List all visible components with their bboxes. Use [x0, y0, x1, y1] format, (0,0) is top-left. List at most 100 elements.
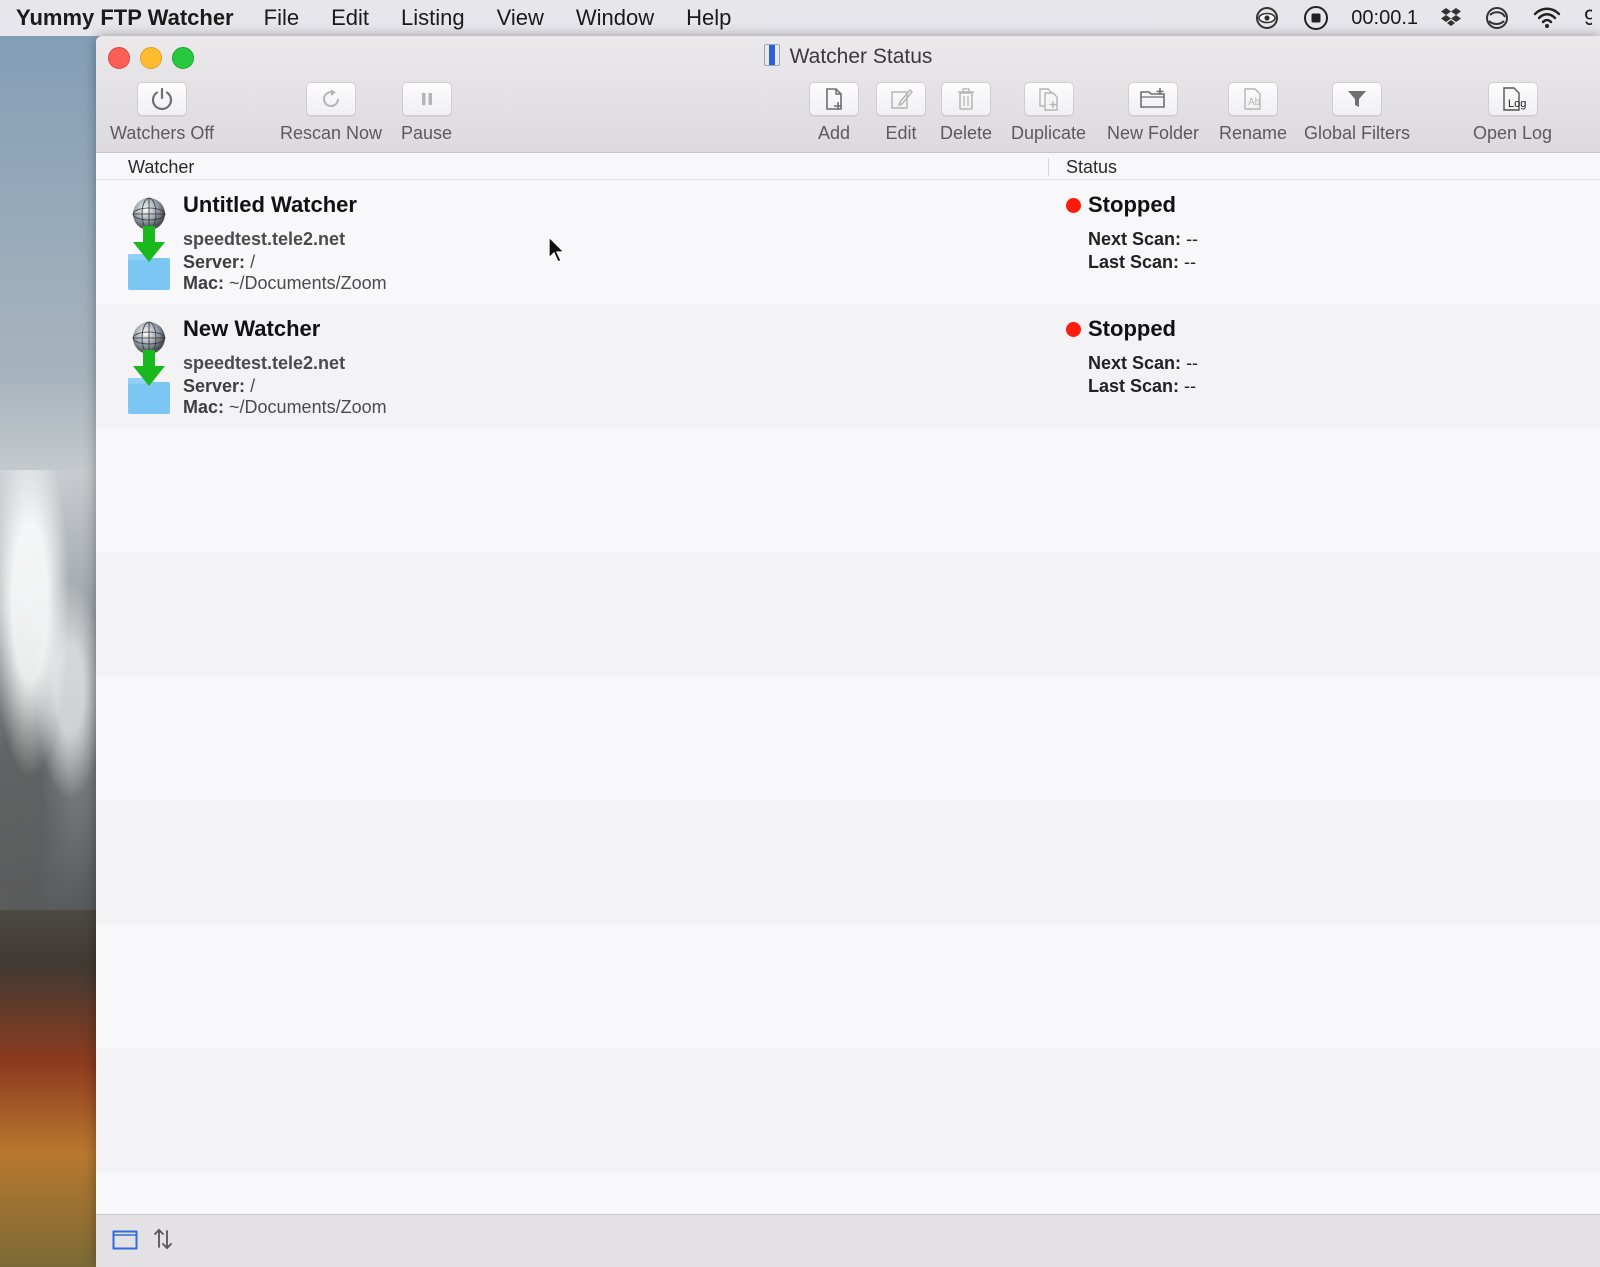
rename-icon: Ab — [1228, 82, 1279, 116]
record-stop-icon[interactable] — [1303, 5, 1329, 31]
menu-file[interactable]: File — [264, 5, 299, 31]
last-scan: Last Scan: -- — [1088, 252, 1196, 273]
watcher-list: Untitled Watcher speedtest.tele2.net Ser… — [96, 180, 1600, 1172]
duplicate-label: Duplicate — [1011, 123, 1087, 143]
empty-row — [96, 552, 1600, 676]
column-header-status[interactable]: Status — [1066, 157, 1117, 178]
svg-text:Log: Log — [1508, 98, 1526, 110]
status-text: Stopped — [1088, 316, 1176, 341]
dropbox-icon[interactable] — [1440, 6, 1462, 30]
table-row[interactable]: Untitled Watcher speedtest.tele2.net Ser… — [96, 180, 1600, 304]
status-stopped-indicator — [1066, 198, 1081, 213]
menu-extras: 00:00.1 9 — [1253, 0, 1600, 36]
menu-help[interactable]: Help — [686, 5, 731, 31]
delete-label: Delete — [940, 123, 993, 143]
next-scan: Next Scan: -- — [1088, 353, 1198, 374]
last-scan-value: -- — [1184, 252, 1197, 272]
menu-view[interactable]: View — [497, 5, 544, 31]
status-text: Stopped — [1088, 192, 1176, 217]
empty-row — [96, 428, 1600, 552]
eye-icon[interactable] — [1253, 7, 1281, 29]
delete-button[interactable]: Delete — [940, 82, 992, 144]
app-menu[interactable]: Yummy FTP Watcher — [16, 5, 234, 31]
refresh-icon — [306, 82, 357, 116]
watcher-server: Server: / — [183, 252, 255, 273]
watcher-server: Server: / — [183, 376, 255, 397]
watcher-host: speedtest.tele2.net — [183, 229, 346, 249]
next-scan-label: Next Scan: — [1088, 353, 1182, 373]
global-filters-button[interactable]: Global Filters — [1304, 82, 1410, 144]
mac-label: Mac: — [183, 397, 225, 417]
window-title-text: Watcher Status — [789, 45, 933, 68]
last-scan-label: Last Scan: — [1088, 252, 1180, 272]
server-label: Server: — [183, 376, 246, 396]
empty-row — [96, 800, 1600, 924]
wifi-icon[interactable] — [1532, 6, 1562, 30]
duplicate-icon — [1023, 82, 1074, 116]
mac-path: ~/Documents/Zoom — [229, 397, 387, 417]
mouse-pointer-icon — [548, 235, 566, 269]
menu-window[interactable]: Window — [576, 5, 654, 31]
watcher-mac-path: Mac: ~/Documents/Zoom — [183, 397, 387, 418]
watcher-status-window: Watcher Status Watchers Off Rescan Now P… — [96, 36, 1600, 1267]
server-label: Server: — [183, 252, 246, 272]
next-scan: Next Scan: -- — [1088, 229, 1198, 250]
filter-icon — [1332, 82, 1383, 116]
watcher-name: New Watcher — [183, 316, 321, 341]
desktop-wallpaper — [0, 470, 100, 910]
next-scan-label: Next Scan: — [1088, 229, 1182, 249]
pause-icon — [401, 82, 452, 116]
menu-listing[interactable]: Listing — [401, 5, 465, 31]
trash-icon — [941, 82, 992, 116]
add-button[interactable]: Add — [809, 82, 859, 144]
server-path: / — [250, 376, 256, 396]
bottom-bar — [96, 1214, 1600, 1267]
new-folder-button[interactable]: New Folder — [1107, 82, 1199, 144]
recording-timer: 00:00.1 — [1351, 6, 1418, 29]
last-scan-label: Last Scan: — [1088, 376, 1180, 396]
menu-bar: Yummy FTP Watcher File Edit Listing View… — [0, 0, 1600, 36]
last-scan: Last Scan: -- — [1088, 376, 1196, 397]
duplicate-button[interactable]: Duplicate — [1011, 82, 1086, 144]
pause-label: Pause — [401, 123, 453, 143]
rescan-now-label: Rescan Now — [280, 123, 383, 143]
rename-button[interactable]: Ab Rename — [1219, 82, 1287, 144]
watchers-off-label: Watchers Off — [110, 123, 215, 143]
log-document-icon: Log — [1487, 82, 1538, 116]
edit-pencil-icon — [876, 82, 926, 116]
add-label: Add — [817, 123, 851, 143]
pause-button[interactable]: Pause — [401, 82, 452, 144]
empty-row — [96, 924, 1600, 1048]
window-title: Watcher Status — [96, 44, 1600, 69]
sort-order-icon[interactable] — [152, 1227, 174, 1256]
toggle-sidebar-icon[interactable] — [112, 1229, 138, 1256]
table-header: Watcher Status — [96, 153, 1600, 180]
rename-label: Rename — [1219, 123, 1288, 143]
empty-row — [96, 1048, 1600, 1172]
next-scan-value: -- — [1186, 229, 1199, 249]
window-titlebar-toolbar: Watcher Status Watchers Off Rescan Now P… — [96, 36, 1600, 153]
ftp-watcher-icon — [128, 196, 170, 292]
column-divider[interactable] — [1048, 158, 1049, 176]
watcher-name: Untitled Watcher — [183, 192, 357, 217]
new-folder-icon — [1128, 82, 1179, 116]
last-scan-value: -- — [1184, 376, 1197, 396]
power-icon — [137, 82, 188, 116]
table-row[interactable]: New Watcher speedtest.tele2.net Server: … — [96, 304, 1600, 428]
add-document-icon — [809, 82, 859, 116]
edit-label: Edit — [885, 123, 917, 143]
new-folder-label: New Folder — [1107, 123, 1200, 143]
column-header-watcher[interactable]: Watcher — [128, 157, 194, 178]
sync-icon[interactable] — [1484, 5, 1510, 31]
edit-button[interactable]: Edit — [876, 82, 926, 144]
watchers-off-button[interactable]: Watchers Off — [110, 82, 214, 144]
watcher-host: speedtest.tele2.net — [183, 353, 346, 373]
open-log-button[interactable]: Log Open Log — [1473, 82, 1552, 144]
server-path: / — [250, 252, 256, 272]
rescan-now-button[interactable]: Rescan Now — [280, 82, 382, 144]
menu-edit[interactable]: Edit — [331, 5, 369, 31]
mac-path: ~/Documents/Zoom — [229, 273, 387, 293]
watcher-mac-path: Mac: ~/Documents/Zoom — [183, 273, 387, 294]
global-filters-label: Global Filters — [1304, 123, 1411, 143]
mac-label: Mac: — [183, 273, 225, 293]
